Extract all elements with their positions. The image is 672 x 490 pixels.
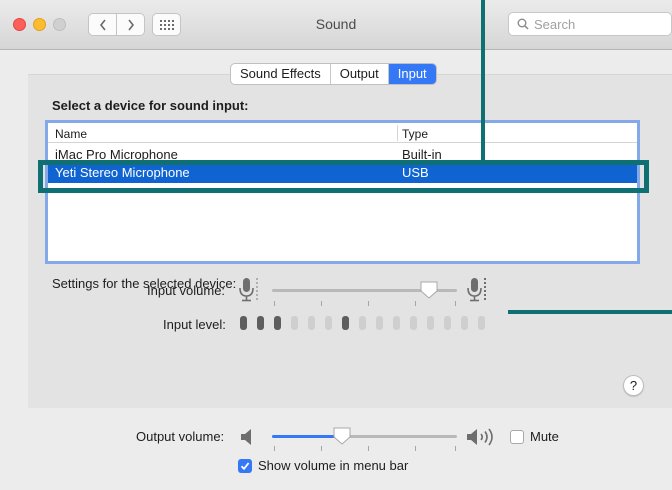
input-level-label: Input level: — [163, 317, 226, 332]
mute-checkbox[interactable] — [510, 430, 524, 444]
input-level-meter — [240, 316, 495, 330]
slider-knob[interactable] — [332, 426, 352, 446]
output-volume-slider[interactable] — [272, 427, 457, 451]
input-volume-slider[interactable] — [272, 280, 457, 306]
slider-tick — [274, 446, 275, 451]
level-bar — [461, 316, 468, 330]
annotation-pointer-line — [508, 310, 672, 314]
level-bar — [257, 316, 264, 330]
level-bar — [376, 316, 383, 330]
level-bar — [325, 316, 332, 330]
device-list-heading: Select a device for sound input: — [52, 98, 249, 113]
checkmark-icon — [240, 462, 250, 471]
slider-tick — [321, 301, 322, 306]
tab-bar: Sound Effects Output Input — [230, 63, 437, 85]
slider-tick — [455, 301, 456, 306]
level-bar — [359, 316, 366, 330]
tab-input[interactable]: Input — [387, 64, 436, 84]
annotation-pointer-line — [481, 0, 485, 162]
slider-tick — [415, 301, 416, 306]
microphone-high-icon — [467, 278, 486, 302]
level-bar — [342, 316, 349, 330]
microphone-low-icon — [239, 278, 258, 302]
level-bar — [308, 316, 315, 330]
annotation-highlight-box — [38, 160, 649, 193]
show-volume-checkbox[interactable] — [238, 459, 252, 473]
level-bar — [240, 316, 247, 330]
column-divider — [397, 125, 398, 141]
slider-tick — [368, 301, 369, 306]
level-bar — [291, 316, 298, 330]
column-header-name[interactable]: Name — [55, 127, 87, 141]
help-button[interactable]: ? — [623, 375, 644, 396]
level-bar — [410, 316, 417, 330]
slider-tick — [321, 446, 322, 451]
level-bar — [444, 316, 451, 330]
search-icon — [517, 18, 529, 30]
speaker-low-icon — [241, 429, 251, 445]
input-volume-label: Input volume: — [147, 283, 226, 298]
level-bar — [427, 316, 434, 330]
speaker-high-icon — [467, 428, 493, 446]
slider-tick — [415, 446, 416, 451]
title-bar: Sound Search — [0, 0, 672, 50]
slider-tick — [368, 446, 369, 451]
tab-sound-effects[interactable]: Sound Effects — [231, 64, 330, 84]
slider-knob[interactable] — [419, 280, 439, 300]
search-placeholder: Search — [534, 16, 576, 32]
level-bar — [393, 316, 400, 330]
output-volume-label: Output volume: — [136, 429, 225, 444]
mute-label[interactable]: Mute — [530, 429, 559, 444]
slider-tick — [274, 301, 275, 306]
tab-output[interactable]: Output — [329, 64, 388, 84]
column-header-type[interactable]: Type — [402, 127, 428, 141]
show-volume-label[interactable]: Show volume in menu bar — [258, 458, 408, 473]
slider-tick — [455, 446, 456, 451]
search-field[interactable]: Search — [508, 12, 672, 36]
table-header: Name Type — [48, 123, 637, 143]
level-bar — [478, 316, 485, 330]
level-bar — [274, 316, 281, 330]
sound-preferences-window: Sound Search Sound Effects Output Input … — [0, 0, 672, 490]
